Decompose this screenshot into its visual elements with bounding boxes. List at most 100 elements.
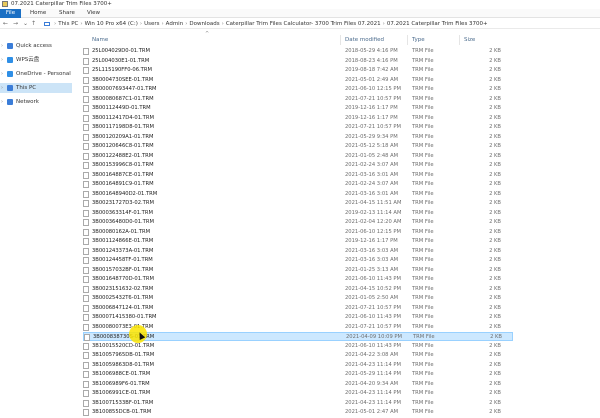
breadcrumb-item[interactable]: Caterpillar Trim Files Calculator- 3700 … <box>226 21 381 27</box>
file-row[interactable]: 3B00120646C8-01.TRM 2021-05-12 5:18 AM TRM… <box>83 142 513 151</box>
file-row[interactable]: 3B100855DCB-01.TRM 2021-05-01 2:47 AM TRM … <box>83 408 513 417</box>
file-row[interactable]: 25L004029D0-01.TRM 2018-05-29 4:16 PM TRM … <box>83 47 513 56</box>
file-row[interactable]: 3B000838730S-01.TRM 2021-04-09 10:09 PM TR… <box>83 332 513 341</box>
file-icon <box>83 200 89 207</box>
file-type: TRM File <box>412 86 434 92</box>
file-row[interactable]: 25L115190FF0-06.TRM 2019-08-18 7:42 AM TRM… <box>83 66 513 75</box>
column-header-date[interactable]: Date modified <box>345 36 384 44</box>
file-row[interactable]: 3B00157032BF-01.TRM 2021-01-25 3:13 AM TRM… <box>83 266 513 275</box>
column-divider[interactable] <box>459 35 460 45</box>
column-header-size[interactable]: Size <box>464 36 475 44</box>
file-row[interactable]: 3B10059863D8-01.TRM 2021-04-23 11:14 PM TR… <box>83 361 513 370</box>
sidebar-item-network[interactable]: › Network <box>0 97 72 107</box>
tab-share[interactable]: Share <box>59 9 75 18</box>
tab-view[interactable]: View <box>87 9 100 18</box>
file-row[interactable]: 3B00025432T6-01.TRM 2021-01-05 2:50 AM TRM… <box>83 294 513 303</box>
up-arrow-icon[interactable]: ↑ <box>31 19 36 29</box>
file-type: TRM File <box>412 371 434 377</box>
breadcrumb-item[interactable]: Users <box>144 21 159 27</box>
file-icon <box>83 143 89 150</box>
breadcrumb-item[interactable]: Admin <box>166 21 184 27</box>
file-type: TRM File <box>412 133 434 140</box>
file-row[interactable]: 3B00080162A-01.TRM 2021-06-10 12:15 PM TRM… <box>83 228 513 237</box>
file-row[interactable]: 25L004030E1-01.TRM 2018-08-23 4:16 PM TRM … <box>83 57 513 66</box>
file-row[interactable]: 3B00164891C9-01.TRM 2021-02-24 3:07 AM TRM… <box>83 180 513 189</box>
cloud-icon <box>7 71 13 77</box>
file-row[interactable]: 3B00071415380-01.TRM 2021-06-10 11:43 PM T… <box>83 313 513 322</box>
column-header-type[interactable]: Type <box>412 36 425 44</box>
file-row[interactable]: 3B00164887CE-01.TRM 2021-03-16 3:01 AM TRM… <box>83 171 513 180</box>
file-row[interactable]: 3B001648940D2-01.TRM 2021-03-16 3:01 AM TR… <box>83 190 513 199</box>
chevron-right-icon[interactable]: › <box>1 83 5 93</box>
sidebar-item-onedrive[interactable]: › OneDrive - Personal <box>0 69 72 79</box>
file-row[interactable]: 3B00036480D0-01.TRM 2021-02-04 12:20 AM TR… <box>83 218 513 227</box>
file-row[interactable]: 3B00231727D3-02.TRM 2021-04-15 11:51 AM TR… <box>83 199 513 208</box>
file-row[interactable]: 3B00120209A1-01.TRM 2021-05-29 9:34 PM TRM… <box>83 133 513 142</box>
file-row[interactable]: 3B00153996C8-01.TRM 2021-02-24 3:07 AM TRM… <box>83 161 513 170</box>
file-row[interactable]: 3B001648770D-01.TRM 2021-06-10 11:43 PM TR… <box>83 275 513 284</box>
file-row[interactable]: 3B00124458TF-01.TRM 2021-03-16 3:03 AM TRM… <box>83 256 513 265</box>
tab-home[interactable]: Home <box>30 9 46 18</box>
breadcrumb-item[interactable]: 07.2021 Caterpillar Trim Files 3700+ <box>387 21 488 27</box>
file-row[interactable]: 3B10057965DB-01.TRM 2021-04-22 3:08 AM TRM… <box>83 351 513 360</box>
chevron-right-icon[interactable]: › <box>1 69 5 79</box>
file-type: TRM File <box>412 380 434 387</box>
file-size: 2 KB <box>489 352 501 358</box>
column-divider[interactable] <box>340 35 341 45</box>
file-size: 2 KB <box>489 276 501 282</box>
file-size: 2 KB <box>489 181 501 187</box>
file-icon <box>83 209 89 217</box>
forward-arrow-icon[interactable]: → <box>13 19 18 29</box>
sidebar-item-wps-cloud[interactable]: › WPS云盘 <box>0 55 72 65</box>
file-row[interactable]: 3B00080687C1-01.TRM 2021-07-21 10:57 PM TR… <box>83 95 513 104</box>
file-row[interactable]: 3B1006991CE-01.TRM 2021-04-23 11:14 PM TRM… <box>83 389 513 398</box>
file-row[interactable]: 3B1006988CE-01.TRM 2021-05-29 11:14 PM TRM… <box>83 370 513 379</box>
tab-file[interactable]: File <box>0 9 21 18</box>
file-row[interactable]: 3B1006989F6-01.TRM 2021-04-20 9:34 AM TRM … <box>83 380 513 389</box>
file-date-modified: 2021-01-25 3:13 AM <box>345 266 399 273</box>
file-row[interactable]: 3B001243373A-01.TRM 2021-03-16 3:03 AM TRM… <box>83 247 513 256</box>
chevron-right-icon[interactable]: › <box>1 41 5 51</box>
breadcrumb[interactable]: › This PC › Win 10 Pro x64 (C:) › Users › Admin… <box>44 19 488 29</box>
sidebar-item-label: Network <box>16 99 39 105</box>
file-icon <box>83 352 89 359</box>
recent-dropdown-icon[interactable]: ⌄ <box>23 19 28 29</box>
file-size: 2 KB <box>489 171 501 178</box>
sidebar-item-quick-access[interactable]: › Quick access <box>0 41 72 51</box>
file-type: TRM File <box>412 219 434 225</box>
file-row[interactable]: 3B00112417D4-01.TRM 2019-12-16 1:17 PM TRM… <box>83 114 513 123</box>
file-row[interactable]: 3B00007693447-01.TRM 2021-06-10 12:15 PM T… <box>83 85 513 94</box>
file-row[interactable]: 3B0006847124-01.TRM 2021-07-21 10:57 PM TR… <box>83 304 513 313</box>
file-row[interactable]: 3B10071533BF-01.TRM 2021-04-23 11:14 PM TR… <box>83 399 513 408</box>
file-row[interactable]: 3B10015520CD-01.TRM 2021-06-10 11:43 PM TR… <box>83 342 513 351</box>
file-size: 2 KB <box>489 152 501 159</box>
file-name: 3B1006991CE-01.TRM <box>92 390 151 396</box>
sidebar-item-label: OneDrive - Personal <box>16 71 71 77</box>
file-row[interactable]: 3B00080073E3-01.TRM 2021-07-21 10:57 PM TR… <box>83 323 513 332</box>
file-row[interactable]: 3B001124866E-01.TRM 2019-12-16 1:17 PM TRM… <box>83 237 513 246</box>
file-row[interactable]: 3B00117198D8-01.TRM 2021-07-21 10:57 PM TR… <box>83 123 513 132</box>
file-date-modified: 2021-05-01 2:49 AM <box>345 76 399 83</box>
file-size: 2 KB <box>489 162 501 168</box>
column-header-name[interactable]: Name <box>92 36 108 44</box>
file-size: 2 KB <box>489 114 501 121</box>
file-name: 3B000363314F-01.TRM <box>92 209 153 216</box>
file-row[interactable]: 3B00122488E2-01.TRM 2021-01-05 2:48 AM TRM… <box>83 152 513 161</box>
file-row[interactable]: 3B000363314F-01.TRM 2019-02-13 11:14 AM TR… <box>83 209 513 218</box>
back-arrow-icon[interactable]: ← <box>3 19 8 29</box>
file-row[interactable]: 3B0023151632-02.TRM 2021-04-15 10:52 PM TR… <box>83 285 513 294</box>
chevron-right-icon[interactable]: › <box>1 97 5 107</box>
breadcrumb-item[interactable]: Win 10 Pro x64 (C:) <box>85 21 138 27</box>
file-row[interactable]: 3B0004730SEE-01.TRM 2021-05-01 2:49 AM TRM… <box>83 76 513 85</box>
file-name: 3B1006989F6-01.TRM <box>92 380 150 387</box>
file-type: TRM File <box>412 399 434 406</box>
breadcrumb-item[interactable]: Downloads <box>189 21 219 27</box>
sidebar-item-label: WPS云盘 <box>16 57 40 63</box>
file-icon <box>83 105 89 112</box>
file-row[interactable]: 3B00112449D-01.TRM 2019-12-16 1:17 PM TRM … <box>83 104 513 113</box>
file-name: 25L004030E1-01.TRM <box>92 57 150 64</box>
sidebar-item-this-pc[interactable]: › This PC <box>0 83 72 93</box>
chevron-right-icon[interactable]: › <box>1 55 5 65</box>
column-divider[interactable] <box>407 35 408 45</box>
breadcrumb-item[interactable]: This PC <box>58 21 78 27</box>
